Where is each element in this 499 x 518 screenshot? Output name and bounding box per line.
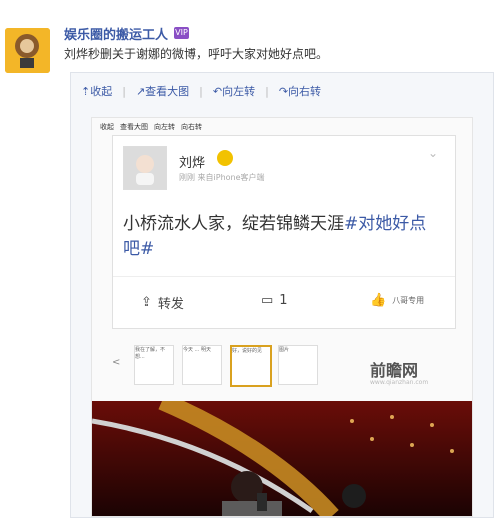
comment-action: ▭ 1 <box>261 293 288 308</box>
author-name[interactable]: 娱乐圈的搬运工人 <box>64 24 168 43</box>
rotate-left-button[interactable]: ↶向左转 <box>213 83 255 99</box>
card-source: 刚刚 来自iPhone客户端 <box>179 173 265 182</box>
collapse-label: 收起 <box>90 85 113 98</box>
rotate-right-label: 向右转 <box>288 85 322 98</box>
external-icon: ↗ <box>135 85 146 98</box>
mini-view-large: 查看大图 <box>120 123 148 131</box>
brand-logo: 前瞻网 <box>370 361 419 380</box>
thumbnail-selected: 好，说好的见 <box>230 345 272 387</box>
repost-label: 转发 <box>157 297 184 312</box>
thumbnail-strip: < 我在了解，不想... 今天 ... 明天 好，说好的见 图片 前瞻网 www… <box>112 343 454 399</box>
mini-collapse: 收起 <box>100 123 114 131</box>
mini-rotate-right: 向右转 <box>181 123 202 131</box>
rotate-right-button[interactable]: ↷向右转 <box>279 83 321 99</box>
repost-action: ⇪ 转发 <box>141 293 184 312</box>
rotate-left-label: 向左转 <box>222 85 256 98</box>
comment-icon: ▭ <box>261 293 274 308</box>
view-large-label: 查看大图 <box>145 85 190 98</box>
divider: | <box>265 84 269 98</box>
card-actions: ⇪ 转发 ▭ 1 👍 八哥专用 <box>113 276 455 327</box>
image-expand-panel: ⇡收起 | ↗查看大图 | ↶向左转 | ↷向右转 收起 查看大图 向左转 向右… <box>70 72 494 518</box>
like-action: 👍 八哥专用 <box>370 293 424 308</box>
mini-rotate-left: 向左转 <box>154 123 175 131</box>
thumbnail: 图片 <box>278 345 318 385</box>
up-arrow-icon: ⇡ <box>81 85 91 98</box>
divider: | <box>122 84 126 98</box>
stage-photo <box>92 401 472 516</box>
weibo-post: 娱乐圈的搬运工人 VIP 刘烨秒删关于谢娜的微博，呼吁大家对她好点吧。 ⇡收起 … <box>0 0 499 518</box>
rotate-left-icon: ↶ <box>212 85 223 98</box>
avatar-image <box>5 28 50 73</box>
card-text: 小桥流水人家，绽若锦鳞天涯#对她好点吧# <box>123 212 443 262</box>
card-text-main: 小桥流水人家，绽若锦鳞天涯 <box>123 214 344 234</box>
like-label: 八哥专用 <box>392 296 425 305</box>
collapse-button[interactable]: ⇡收起 <box>81 83 112 99</box>
thumbnail: 今天 ... 明天 <box>182 345 222 385</box>
image-toolbar: ⇡收起 | ↗查看大图 | ↶向左转 | ↷向右转 <box>81 83 321 99</box>
thumb-up-icon: 👍 <box>370 293 387 308</box>
brand-url: www.qianzhan.com <box>370 379 429 386</box>
post-text: 刘烨秒删关于谢娜的微博，呼吁大家对她好点吧。 <box>64 47 329 61</box>
emoji-icon <box>217 150 233 166</box>
avatar[interactable] <box>5 28 50 73</box>
screenshot-image[interactable]: 收起 查看大图 向左转 向右转 刘烨 刚刚 来自iPhone客户端 ⌄ 小桥流水… <box>91 117 473 517</box>
card-avatar <box>123 146 167 190</box>
chevron-left-icon: < <box>112 357 121 368</box>
chevron-down-icon: ⌄ <box>428 146 439 160</box>
event-photo <box>92 401 472 516</box>
vip-badge: VIP <box>174 27 189 39</box>
view-large-button[interactable]: ↗查看大图 <box>136 83 189 99</box>
baby-photo <box>124 147 166 189</box>
weibo-card: 刘烨 刚刚 来自iPhone客户端 ⌄ 小桥流水人家，绽若锦鳞天涯#对她好点吧#… <box>112 135 456 329</box>
thumbnail: 我在了解，不想... <box>134 345 174 385</box>
rotate-right-icon: ↷ <box>278 85 289 98</box>
comment-count: 1 <box>279 293 288 308</box>
repost-icon: ⇪ <box>141 295 152 310</box>
divider: | <box>199 84 203 98</box>
card-username: 刘烨 <box>179 156 206 171</box>
mini-toolbar: 收起 查看大图 向左转 向右转 <box>100 122 202 132</box>
